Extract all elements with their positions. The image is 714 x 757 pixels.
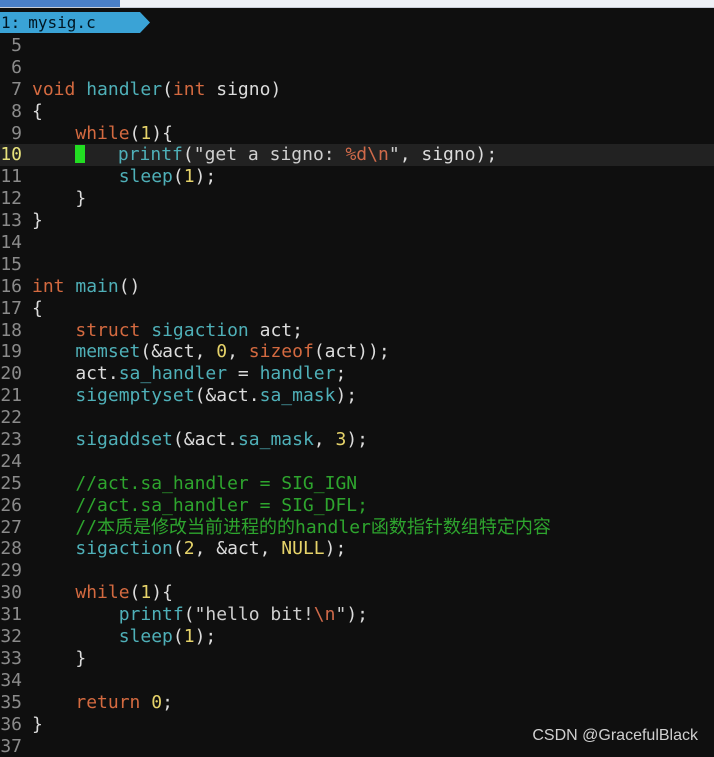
code-line[interactable]: 31 printf("hello bit!\n"); [0, 604, 714, 626]
line-code: memset(&act, 0, sizeof(act)); [32, 341, 390, 363]
line-number: 10 [0, 144, 22, 166]
line-code: //act.sa_handler = SIG_IGN [32, 473, 357, 495]
line-number: 35 [0, 692, 22, 714]
code-line[interactable]: 15 [0, 254, 714, 276]
line-number: 13 [0, 210, 22, 232]
code-line[interactable]: 30 while(1){ [0, 582, 714, 604]
line-number: 24 [0, 451, 22, 473]
line-number: 26 [0, 495, 22, 517]
line-number: 20 [0, 363, 22, 385]
code-line[interactable]: 24 [0, 451, 714, 473]
line-code: printf("hello bit!\n"); [32, 604, 368, 626]
line-code: } [32, 648, 86, 670]
line-number: 11 [0, 166, 22, 188]
code-line[interactable]: 28 sigaction(2, &act, NULL); [0, 538, 714, 560]
code-line[interactable]: 10 printf("get a signo: %d\n", signo); [0, 144, 714, 166]
line-code: while(1){ [32, 123, 173, 145]
code-line[interactable]: 22 [0, 407, 714, 429]
line-code: return 0; [32, 692, 173, 714]
code-editor[interactable]: 567void handler(int signo)8{9 while(1){1… [0, 35, 714, 757]
watermark: CSDN @GracefulBlack [532, 727, 698, 745]
line-code: sigemptyset(&act.sa_mask); [32, 385, 357, 407]
code-line[interactable]: 6 [0, 57, 714, 79]
line-code: while(1){ [32, 582, 173, 604]
line-number: 7 [0, 79, 22, 101]
code-line[interactable]: 8{ [0, 101, 714, 123]
code-line[interactable]: 14 [0, 232, 714, 254]
line-number: 9 [0, 123, 22, 145]
line-code: //本质是修改当前进程的的handler函数指针数组特定内容 [32, 517, 551, 539]
line-code: } [32, 714, 43, 736]
line-number: 31 [0, 604, 22, 626]
line-code: sleep(1); [32, 626, 216, 648]
buffer-number: 1: [0, 13, 20, 32]
code-line[interactable]: 12 } [0, 188, 714, 210]
line-number: 25 [0, 473, 22, 495]
line-code: sigaction(2, &act, NULL); [32, 538, 346, 560]
line-number: 37 [0, 736, 22, 757]
code-line[interactable]: 23 sigaddset(&act.sa_mask, 3); [0, 429, 714, 451]
code-line[interactable]: 19 memset(&act, 0, sizeof(act)); [0, 341, 714, 363]
line-code: act.sa_handler = handler; [32, 363, 346, 385]
line-number: 16 [0, 276, 22, 298]
line-number: 27 [0, 517, 22, 539]
line-number: 5 [0, 35, 22, 57]
line-code: sleep(1); [32, 166, 216, 188]
line-code: void handler(int signo) [32, 79, 281, 101]
buffer-filename: mysig.c [28, 13, 95, 32]
code-line[interactable]: 20 act.sa_handler = handler; [0, 363, 714, 385]
code-line[interactable]: 27 //本质是修改当前进程的的handler函数指针数组特定内容 [0, 517, 714, 539]
line-code: } [32, 210, 43, 232]
line-code: } [32, 188, 86, 210]
code-line[interactable]: 32 sleep(1); [0, 626, 714, 648]
code-line[interactable]: 34 [0, 670, 714, 692]
line-number: 12 [0, 188, 22, 210]
code-line[interactable]: 26 //act.sa_handler = SIG_DFL; [0, 495, 714, 517]
line-number: 29 [0, 560, 22, 582]
line-number: 34 [0, 670, 22, 692]
line-code: //act.sa_handler = SIG_DFL; [32, 495, 368, 517]
code-line[interactable]: 33 } [0, 648, 714, 670]
line-code: int main() [32, 276, 140, 298]
line-code: { [32, 101, 43, 123]
line-number: 6 [0, 57, 22, 79]
code-line[interactable]: 29 [0, 560, 714, 582]
code-line[interactable]: 17 { [0, 298, 714, 320]
line-number: 21 [0, 385, 22, 407]
text-cursor [75, 145, 85, 163]
code-line[interactable]: 7 void handler(int signo) [0, 79, 714, 101]
code-line[interactable]: 11 sleep(1); [0, 166, 714, 188]
buffer-tab[interactable]: 1: mysig.c [0, 12, 150, 33]
line-number: 28 [0, 538, 22, 560]
line-code: { [32, 298, 43, 320]
editor-tab[interactable]: × [0, 0, 120, 7]
line-number: 22 [0, 407, 22, 429]
line-number: 30 [0, 582, 22, 604]
line-number: 18 [0, 320, 22, 342]
code-line[interactable]: 5 [0, 35, 714, 57]
line-code: printf("get a signo: %d\n", signo); [32, 144, 497, 166]
line-number: 23 [0, 429, 22, 451]
code-line[interactable]: 13} [0, 210, 714, 232]
line-number: 19 [0, 341, 22, 363]
line-number: 33 [0, 648, 22, 670]
line-number: 14 [0, 232, 22, 254]
code-line[interactable]: 25 //act.sa_handler = SIG_IGN [0, 473, 714, 495]
line-number: 36 [0, 714, 22, 736]
code-line[interactable]: 21 sigemptyset(&act.sa_mask); [0, 385, 714, 407]
code-line[interactable]: 18 struct sigaction act; [0, 320, 714, 342]
code-line[interactable]: 35 return 0; [0, 692, 714, 714]
code-line[interactable]: 9 while(1){ [0, 123, 714, 145]
code-line[interactable]: 16 int main() [0, 276, 714, 298]
line-number: 32 [0, 626, 22, 648]
line-number: 8 [0, 101, 22, 123]
line-code: sigaddset(&act.sa_mask, 3); [32, 429, 368, 451]
line-number: 15 [0, 254, 22, 276]
line-code: struct sigaction act; [32, 320, 303, 342]
line-number: 17 [0, 298, 22, 320]
